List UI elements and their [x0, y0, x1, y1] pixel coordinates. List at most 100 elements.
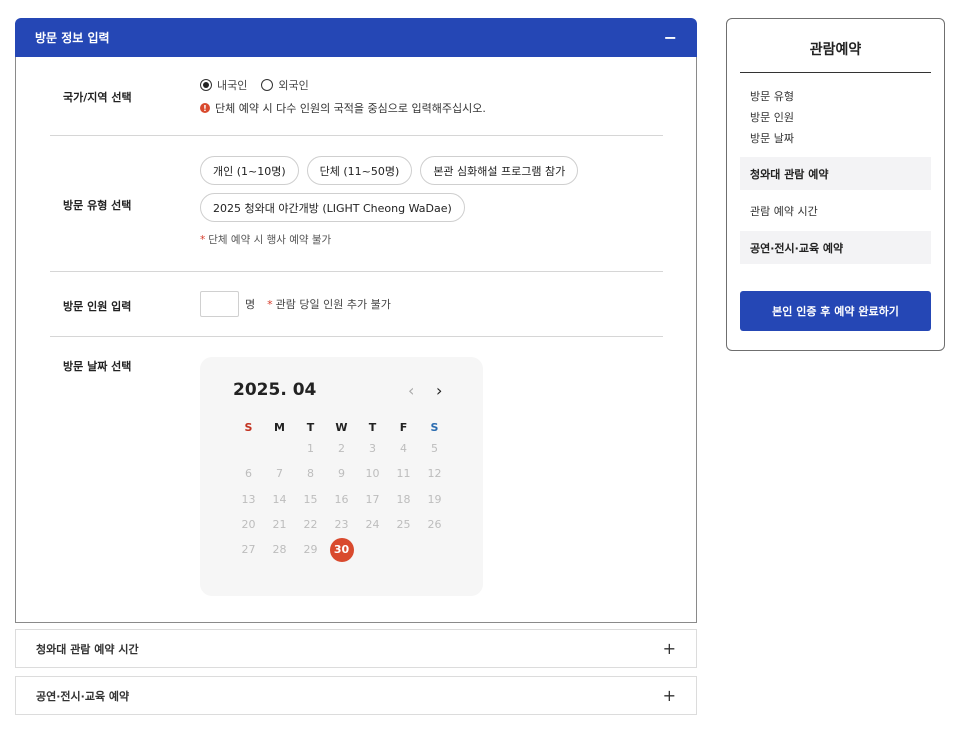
plus-icon[interactable]: +	[663, 686, 676, 705]
chip-group[interactable]: 단체 (11~50명)	[306, 156, 413, 185]
calendar-day-selected[interactable]: 30	[326, 537, 357, 562]
calendar-day: 10	[365, 467, 380, 481]
visit-type-field: 개인 (1~10명) 단체 (11~50명) 본관 심화해설 프로그램 참가 2…	[200, 156, 620, 247]
calendar-blank	[264, 436, 295, 461]
calendar-day: 21	[272, 518, 287, 532]
weekday-header: M	[274, 421, 285, 434]
calendar-day: 1	[307, 442, 314, 456]
radio-domestic-label: 내국인	[217, 79, 248, 92]
calendar-day: 3	[369, 442, 376, 456]
nationality-radio-group: 내국인 외국인	[200, 77, 486, 93]
summary-row-tour: 청와대 관람 예약	[740, 157, 931, 190]
calendar-day: 20	[241, 518, 256, 532]
calendar-blank	[233, 436, 264, 461]
calendar-day: 23	[334, 518, 349, 532]
weekday-header: S	[244, 421, 253, 434]
visit-info-header[interactable]: 방문 정보 입력 −	[15, 18, 697, 57]
visit-info-body: 국가/지역 선택 내국인 외국인 ! 단체 예약 시 다수 인원의 국적을 중심…	[15, 57, 697, 623]
calendar-day: 6	[245, 467, 252, 481]
calendar: 2025. 04 ‹ › S M T W T F S 1 2 3 4 5 6 7 8 9 10 11 12 13 14 1…	[200, 357, 483, 596]
performance-booking-title: 공연·전시·교육 예약	[36, 689, 130, 703]
chevron-right-icon[interactable]: ›	[436, 381, 442, 400]
summary-visitors: 방문 인원	[750, 111, 794, 124]
radio-foreign[interactable]: 외국인	[261, 77, 309, 93]
collapse-icon[interactable]: −	[664, 28, 677, 47]
calendar-day: 24	[365, 518, 380, 532]
calendar-day: 15	[303, 492, 318, 506]
visit-type-chips: 개인 (1~10명) 단체 (11~50명) 본관 심화해설 프로그램 참가 2…	[200, 156, 620, 222]
weekday-header: T	[368, 421, 377, 434]
calendar-day: 26	[427, 518, 442, 532]
calendar-day: 8	[307, 467, 314, 481]
visitors-label: 방문 인원 입력	[63, 300, 132, 313]
calendar-day: 5	[431, 442, 438, 456]
reservation-summary-panel: 관람예약 방문 유형 방문 인원 방문 날짜 청와대 관람 예약 관람 예약 시…	[726, 18, 945, 351]
complete-reservation-button[interactable]: 본인 인증 후 예약 완료하기	[740, 291, 931, 331]
calendar-day: 27	[241, 543, 256, 557]
calendar-day: 22	[303, 518, 318, 532]
radio-foreign-label: 외국인	[278, 79, 309, 92]
visitors-unit: 명	[245, 298, 256, 311]
radio-unchecked-icon	[261, 79, 274, 91]
selected-day-label: 30	[329, 537, 354, 562]
calendar-day: 11	[396, 467, 411, 481]
visit-date-label: 방문 날짜 선택	[63, 360, 132, 373]
summary-visit-type: 방문 유형	[750, 90, 794, 103]
chip-night-opening[interactable]: 2025 청와대 야간개방 (LIGHT Cheong WaDae)	[200, 193, 465, 222]
plus-icon[interactable]: +	[663, 639, 676, 658]
calendar-day: 18	[396, 492, 411, 506]
summary-visit-date: 방문 날짜	[750, 132, 794, 145]
visit-info-title: 방문 정보 입력	[35, 31, 110, 45]
calendar-day: 12	[427, 467, 442, 481]
chip-individual[interactable]: 개인 (1~10명)	[200, 156, 299, 185]
visit-info-section: 방문 정보 입력 − 국가/지역 선택 내국인 외국인 ! 단체 예약 시 다수…	[15, 18, 697, 623]
calendar-day: 9	[338, 467, 345, 481]
nationality-field: 내국인 외국인 ! 단체 예약 시 다수 인원의 국적을 중심으로 입력해주십시…	[200, 77, 486, 116]
exclamation-icon: !	[200, 103, 210, 113]
summary-divider	[740, 72, 931, 73]
divider	[50, 336, 663, 337]
calendar-month-title: 2025. 04	[233, 380, 317, 400]
visitors-count-input[interactable]	[200, 291, 239, 317]
visit-date-field: 2025. 04 ‹ › S M T W T F S 1 2 3 4 5 6 7 8 9 10 11 12 13 14 1…	[200, 357, 483, 596]
visit-type-label: 방문 유형 선택	[63, 199, 132, 212]
reservation-time-section[interactable]: 청와대 관람 예약 시간 +	[15, 629, 697, 668]
calendar-day: 29	[303, 543, 318, 557]
summary-title: 관람예약	[809, 42, 862, 58]
visit-type-note-text: 단체 예약 시 행사 예약 불가	[208, 234, 332, 246]
divider	[50, 135, 663, 136]
visitors-field: 명 * 관람 당일 인원 추가 불가	[200, 291, 391, 317]
nationality-notice-text: 단체 예약 시 다수 인원의 국적을 중심으로 입력해주십시오.	[215, 102, 486, 115]
radio-domestic[interactable]: 내국인	[200, 77, 247, 93]
calendar-day: 25	[396, 518, 411, 532]
reservation-time-title: 청와대 관람 예약 시간	[36, 642, 139, 656]
visitors-note-text: 관람 당일 인원 추가 불가	[275, 298, 391, 311]
nationality-label: 국가/지역 선택	[63, 91, 132, 104]
divider	[50, 271, 663, 272]
performance-booking-section[interactable]: 공연·전시·교육 예약 +	[15, 676, 697, 715]
calendar-grid: S M T W T F S 1 2 3 4 5 6 7 8 9 10 11 12 13 14 15 16 17 18 19 20 21…	[233, 419, 451, 562]
visitors-note: * 관람 당일 인원 추가 불가	[267, 296, 391, 312]
calendar-day: 7	[276, 467, 283, 481]
chip-main-hall-program[interactable]: 본관 심화해설 프로그램 참가	[420, 156, 579, 185]
visit-type-note: * 단체 예약 시 행사 예약 불가	[200, 232, 620, 247]
chevron-left-icon[interactable]: ‹	[408, 381, 414, 400]
weekday-header: S	[430, 421, 439, 434]
summary-row-time: 관람 예약 시간	[750, 204, 818, 218]
asterisk-icon: *	[267, 298, 273, 311]
weekday-header: T	[306, 421, 315, 434]
calendar-day: 19	[427, 492, 442, 506]
nationality-notice: ! 단체 예약 시 다수 인원의 국적을 중심으로 입력해주십시오.	[200, 100, 486, 116]
calendar-day: 28	[272, 543, 287, 557]
calendar-day: 14	[272, 492, 287, 506]
calendar-day: 4	[400, 442, 407, 456]
calendar-day: 16	[334, 492, 349, 506]
visitors-count-wrap: 명 * 관람 당일 인원 추가 불가	[200, 291, 391, 317]
calendar-day: 13	[241, 492, 256, 506]
calendar-day: 17	[365, 492, 380, 506]
summary-list: 방문 유형 방문 인원 방문 날짜	[750, 86, 794, 149]
weekday-header: F	[399, 421, 408, 434]
weekday-header: W	[335, 421, 348, 434]
radio-checked-icon	[200, 79, 212, 91]
asterisk-icon: *	[200, 234, 206, 246]
